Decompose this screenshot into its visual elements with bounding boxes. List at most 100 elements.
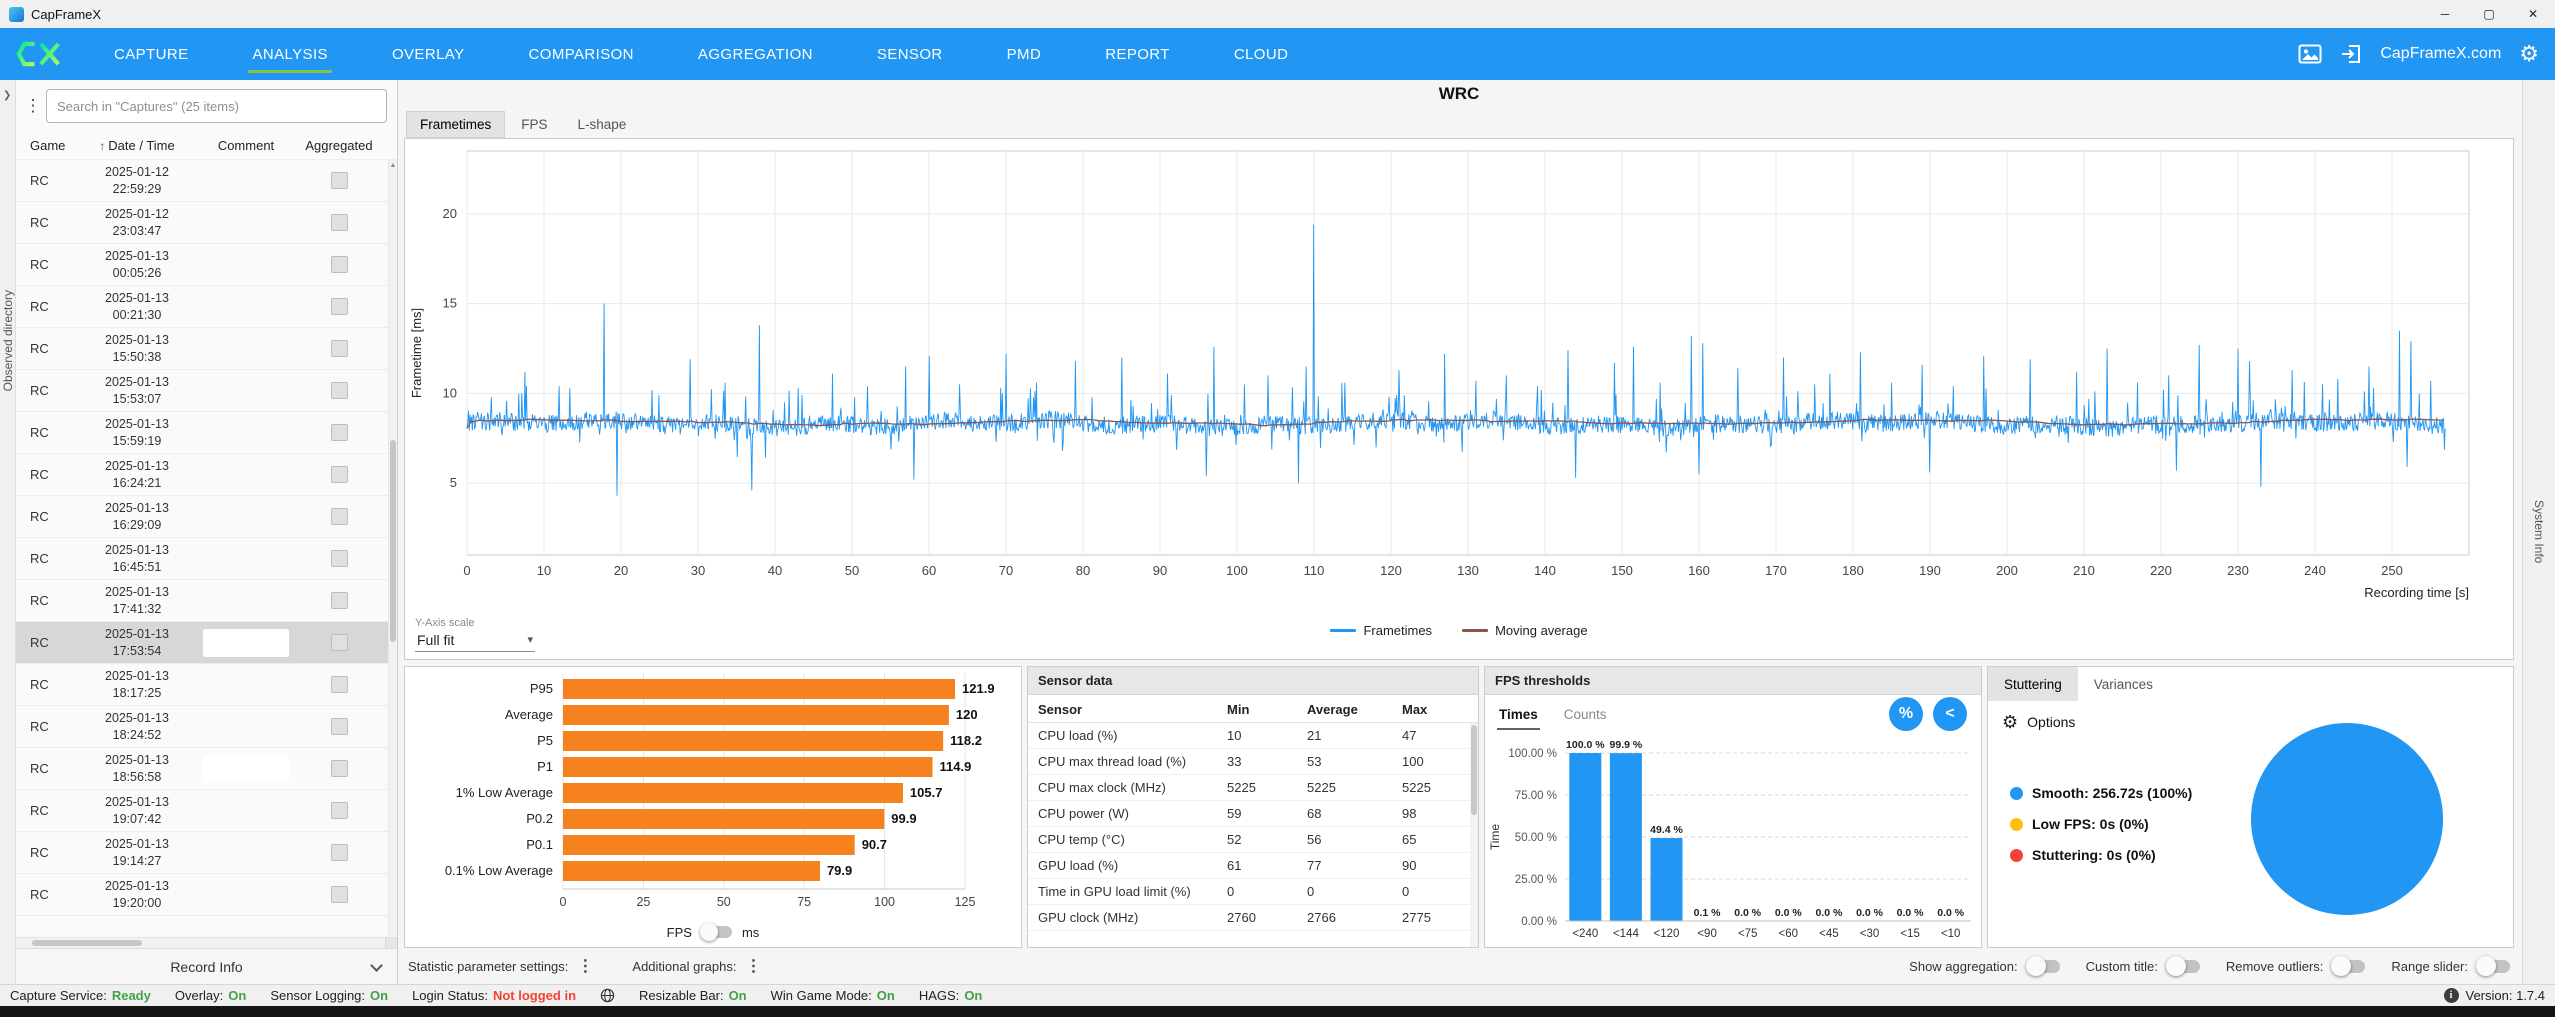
- aggregated-checkbox[interactable]: [330, 718, 348, 735]
- column-header-game[interactable]: Game: [16, 138, 78, 153]
- stutter-legend-item: Smooth: 256.72s (100%): [2010, 785, 2192, 801]
- aggregated-checkbox[interactable]: [330, 592, 348, 609]
- record-row[interactable]: RC 2025-01-13 17:53:54: [16, 622, 397, 664]
- stat-settings-label: Statistic parameter settings:: [408, 958, 569, 974]
- collapse-button[interactable]: <: [1933, 697, 1967, 731]
- record-row[interactable]: RC 2025-01-12 23:03:47: [16, 202, 397, 244]
- column-header-date-time[interactable]: ↑ Date / Time: [78, 138, 196, 153]
- yaxis-scale-select[interactable]: Full fit ▾: [415, 631, 535, 652]
- vertical-scrollbar-thumb[interactable]: [390, 439, 396, 642]
- aggregated-checkbox[interactable]: [330, 508, 348, 525]
- chart-tab-l-shape[interactable]: L-shape: [564, 111, 641, 138]
- capframex-logo: [16, 41, 60, 67]
- nav-tab-comparison[interactable]: COMPARISON: [497, 28, 666, 80]
- comment-input[interactable]: [203, 628, 289, 657]
- expand-directory-icon[interactable]: ❯: [3, 90, 11, 101]
- nav-tab-analysis[interactable]: ANALYSIS: [220, 28, 359, 80]
- aggregated-checkbox[interactable]: [330, 340, 348, 357]
- settings-gear-icon[interactable]: ⚙: [2519, 43, 2539, 65]
- aggregated-checkbox[interactable]: [330, 256, 348, 273]
- aggregated-checkbox[interactable]: [330, 214, 348, 231]
- frametime-chart[interactable]: 0 10 20 30 40 50 60 70 80 90 100 110 120 130 140 150 160…: [405, 139, 2513, 609]
- nav-tab-report[interactable]: REPORT: [1073, 28, 1202, 80]
- record-datetime: 2025-01-13 18:24:52: [105, 711, 169, 742]
- stat-settings-menu-icon[interactable]: ⋮: [574, 956, 596, 976]
- toggle-range-slider[interactable]: [2476, 956, 2510, 976]
- nav-tab-cloud[interactable]: CLOUD: [1202, 28, 1321, 80]
- nav-tab-capture[interactable]: CAPTURE: [82, 28, 220, 80]
- record-row[interactable]: RC 2025-01-13 00:05:26: [16, 244, 397, 286]
- chart-tab-fps[interactable]: FPS: [507, 111, 561, 138]
- record-row[interactable]: RC 2025-01-13 18:24:52: [16, 706, 397, 748]
- aggregated-checkbox[interactable]: [330, 886, 348, 903]
- record-row[interactable]: RC 2025-01-13 18:17:25: [16, 664, 397, 706]
- record-row[interactable]: RC 2025-01-13 16:24:21: [16, 454, 397, 496]
- horizontal-scrollbar-thumb[interactable]: [32, 940, 142, 946]
- thresholds-tab-times[interactable]: Times: [1497, 699, 1540, 730]
- vertical-scrollbar[interactable]: ▲: [388, 160, 397, 937]
- record-row[interactable]: RC 2025-01-13 17:41:32: [16, 580, 397, 622]
- aggregated-checkbox[interactable]: [330, 298, 348, 315]
- toggle-show-aggregation[interactable]: [2025, 956, 2060, 976]
- record-row[interactable]: RC 2025-01-13 15:53:07: [16, 370, 397, 412]
- toggle-custom-title[interactable]: [2165, 956, 2200, 976]
- record-row[interactable]: RC 2025-01-13 19:07:42: [16, 790, 397, 832]
- record-row[interactable]: RC 2025-01-12 22:59:29: [16, 160, 397, 202]
- record-row[interactable]: RC 2025-01-13 18:56:58: [16, 748, 397, 790]
- stutter-tab-variances[interactable]: Variances: [2078, 667, 2169, 701]
- nav-tab-sensor[interactable]: SENSOR: [845, 28, 975, 80]
- comment-input[interactable]: [203, 754, 289, 783]
- record-row[interactable]: RC 2025-01-13 19:20:00: [16, 874, 397, 916]
- aggregated-checkbox[interactable]: [330, 550, 348, 567]
- scroll-up-icon[interactable]: ▲: [389, 162, 397, 169]
- toggle-label: Custom title:: [2085, 958, 2158, 974]
- login-icon[interactable]: [2340, 44, 2362, 64]
- aggregated-checkbox[interactable]: [330, 466, 348, 483]
- search-input[interactable]: [57, 98, 376, 114]
- options-button[interactable]: ⚙ Options: [1988, 701, 2513, 731]
- thresholds-tab-counts[interactable]: Counts: [1562, 699, 1609, 730]
- search-box[interactable]: [46, 89, 387, 123]
- aggregated-checkbox[interactable]: [330, 424, 348, 441]
- aggregated-checkbox[interactable]: [330, 172, 348, 189]
- record-row[interactable]: RC 2025-01-13 19:14:27: [16, 832, 397, 874]
- fps-ms-toggle[interactable]: [699, 923, 732, 941]
- chart-tab-frametimes[interactable]: Frametimes: [406, 111, 506, 138]
- horizontal-scrollbar[interactable]: [16, 937, 397, 948]
- maximize-button[interactable]: ▢: [2467, 0, 2511, 28]
- aggregated-checkbox[interactable]: [330, 844, 348, 861]
- record-datetime: 2025-01-13 19:14:27: [105, 837, 169, 868]
- aggregated-checkbox[interactable]: [330, 760, 348, 777]
- screenshot-icon[interactable]: [2298, 44, 2322, 64]
- nav-tab-pmd[interactable]: PMD: [975, 28, 1074, 80]
- aggregated-checkbox[interactable]: [330, 382, 348, 399]
- close-button[interactable]: ✕: [2511, 0, 2555, 28]
- capframex-site-link[interactable]: CapFrameX.com: [2380, 45, 2501, 63]
- minimize-button[interactable]: ─: [2423, 0, 2467, 28]
- column-header-comment[interactable]: Comment: [196, 138, 296, 153]
- record-row[interactable]: RC 2025-01-13 16:29:09: [16, 496, 397, 538]
- aggregated-checkbox[interactable]: [330, 634, 348, 651]
- record-row[interactable]: RC 2025-01-13 00:21:30: [16, 286, 397, 328]
- record-row[interactable]: RC 2025-01-13 15:50:38: [16, 328, 397, 370]
- toggle-label: Remove outliers:: [2225, 958, 2324, 974]
- toggle-remove-outliers[interactable]: [2331, 956, 2366, 976]
- nav-tab-overlay[interactable]: OVERLAY: [360, 28, 497, 80]
- sidebar-menu-icon[interactable]: ⋮: [20, 96, 46, 116]
- column-header-aggregated[interactable]: Aggregated: [296, 138, 382, 153]
- nav-tab-aggregation[interactable]: AGGREGATION: [666, 28, 845, 80]
- sensor-scrollbar[interactable]: [1470, 723, 1478, 947]
- additional-graphs-menu-icon[interactable]: ⋮: [742, 956, 764, 976]
- sensor-table: CPU load (%) 10 21 47 CPU max thread load (%…: [1028, 723, 1478, 947]
- record-info-bar[interactable]: Record Info: [16, 948, 397, 984]
- sensor-col-average[interactable]: Average: [1307, 702, 1402, 717]
- stutter-tab-stuttering[interactable]: Stuttering: [1988, 667, 2078, 701]
- record-row[interactable]: RC 2025-01-13 16:45:51: [16, 538, 397, 580]
- sensor-col-max[interactable]: Max: [1402, 702, 1472, 717]
- aggregated-checkbox[interactable]: [330, 676, 348, 693]
- aggregated-checkbox[interactable]: [330, 802, 348, 819]
- record-row[interactable]: RC 2025-01-13 15:59:19: [16, 412, 397, 454]
- sensor-col-min[interactable]: Min: [1227, 702, 1307, 717]
- percent-toggle-button[interactable]: %: [1889, 697, 1923, 731]
- sensor-col-sensor[interactable]: Sensor: [1038, 702, 1227, 717]
